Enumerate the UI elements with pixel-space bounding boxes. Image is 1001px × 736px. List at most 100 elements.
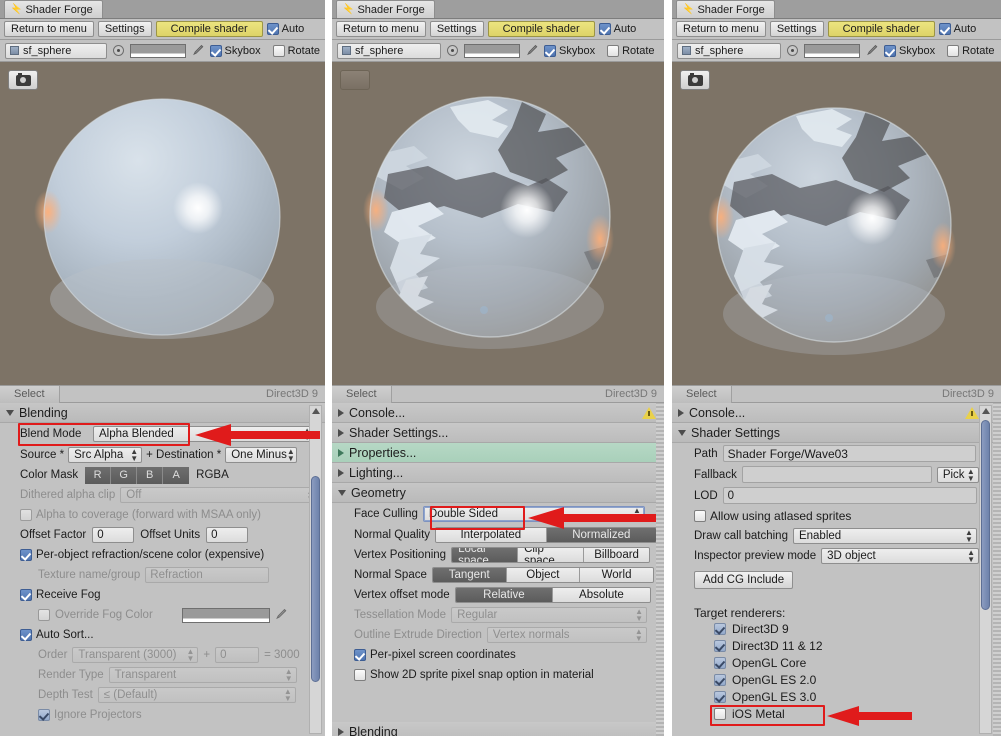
vertex-positioning-segmented[interactable]: Local space Clip space Billboard (451, 547, 651, 563)
row-per-pixel-screen-coords[interactable]: Per-pixel screen coordinates (332, 645, 664, 665)
shader-preview-viewport-left[interactable] (0, 62, 325, 385)
rotate-toggle[interactable]: Rotate (947, 44, 995, 57)
mask-g[interactable]: G (111, 466, 138, 484)
texture-name-input[interactable]: Refraction (145, 567, 270, 583)
add-cg-include-button[interactable]: Add CG Include (694, 571, 794, 589)
auto-checkbox[interactable] (598, 23, 611, 35)
offset-units-input[interactable]: 0 (206, 527, 249, 543)
shader-preview-viewport-mid[interactable] (332, 62, 664, 385)
per-pixel-checkbox[interactable] (354, 649, 366, 661)
preview-object-field[interactable]: sf_sphere (337, 42, 441, 59)
section-console[interactable]: Console... (672, 403, 1001, 423)
row-atlased-sprites[interactable]: Allow using atlased sprites (672, 506, 1001, 526)
atlased-sprites-checkbox[interactable] (694, 510, 706, 522)
vertex-offset-segmented[interactable]: Relative Absolute (454, 587, 651, 603)
scrollbar-thumb[interactable] (981, 420, 990, 610)
compile-shader-button[interactable]: Compile shader (487, 21, 595, 37)
eyedropper-icon[interactable] (192, 44, 204, 58)
settings-button[interactable]: Settings (97, 21, 152, 37)
background-color-swatch[interactable] (129, 43, 186, 58)
renderer-checkbox[interactable] (714, 656, 726, 669)
seg-world[interactable]: World (580, 568, 653, 582)
target-icon[interactable] (447, 45, 458, 56)
auto-compile-toggle[interactable]: Auto (938, 23, 976, 35)
shader-preview-viewport-right[interactable] (672, 62, 1001, 385)
tab-shader-forge[interactable]: ⚡ Shader Forge (676, 0, 775, 18)
seg-object[interactable]: Object (506, 568, 581, 582)
ignore-projectors-checkbox[interactable] (38, 709, 50, 721)
scroll-up-arrow-icon[interactable] (312, 408, 320, 414)
blend-mode-dropdown[interactable]: Alpha Blended ▲ ▼ (93, 426, 315, 442)
compile-shader-button[interactable]: Compile shader (155, 21, 263, 37)
inspector-scrollbar-left[interactable] (309, 405, 322, 734)
seg-clip-space[interactable]: Clip space (518, 548, 585, 562)
row-per-object-refraction[interactable]: Per-object refraction/scene color (expen… (0, 545, 325, 565)
mask-r[interactable]: R (85, 466, 112, 484)
inspector-scrollbar-right[interactable] (979, 405, 992, 734)
normal-quality-segmented[interactable]: Interpolated Normalized (435, 527, 658, 543)
eyedropper-icon[interactable] (526, 44, 538, 58)
source-dropdown[interactable]: Src Alpha ▲ ▼ (68, 447, 143, 463)
color-mask-toggles[interactable]: R G B A (85, 466, 190, 484)
screenshot-camera-button[interactable] (340, 70, 370, 90)
section-blending-collapsed[interactable]: Blending (332, 722, 664, 736)
target-icon[interactable] (112, 45, 124, 56)
tab-shader-forge[interactable]: ⚡ Shader Forge (336, 0, 435, 18)
renderer-row-opengl-es-30[interactable]: OpenGL ES 3.0 (672, 688, 1001, 705)
rotate-checkbox[interactable] (272, 44, 285, 57)
auto-sort-checkbox[interactable] (20, 629, 32, 641)
seg-local-space[interactable]: Local space (452, 548, 519, 562)
renderer-row-d3d9[interactable]: Direct3D 9 (672, 620, 1001, 637)
renderer-checkbox[interactable] (714, 690, 726, 703)
seg-tangent[interactable]: Tangent (432, 568, 507, 582)
preview-object-field[interactable]: sf_sphere (5, 42, 107, 59)
destination-dropdown[interactable]: One Minus ▲ ▼ (225, 447, 298, 463)
seg-relative[interactable]: Relative (455, 588, 554, 602)
rotate-toggle[interactable]: Rotate (607, 44, 655, 57)
preview-mode-dropdown[interactable]: 3D object ▲ ▼ (821, 548, 980, 564)
offset-factor-input[interactable]: 0 (92, 527, 135, 543)
skybox-toggle[interactable]: Skybox (544, 44, 595, 57)
row-auto-sort[interactable]: Auto Sort... (0, 625, 325, 645)
select-button[interactable]: Select (0, 385, 60, 403)
renderer-row-ios-metal[interactable]: iOS Metal (672, 705, 1001, 722)
auto-checkbox[interactable] (266, 23, 279, 35)
target-icon[interactable] (787, 45, 798, 56)
fallback-pick-dropdown[interactable]: Pick ▲ ▼ (936, 466, 979, 483)
return-to-menu-button[interactable]: Return to menu (676, 21, 766, 37)
row-sprite-pixel-snap[interactable]: Show 2D sprite pixel snap option in mate… (332, 665, 664, 685)
row-receive-fog[interactable]: Receive Fog (0, 585, 325, 605)
seg-interpolated[interactable]: Interpolated (436, 528, 547, 542)
dithered-dropdown[interactable]: Off ▲▼ (120, 487, 319, 503)
skybox-checkbox[interactable] (544, 44, 556, 57)
rotate-checkbox[interactable] (947, 44, 960, 57)
order-queue-dropdown[interactable]: Transparent (3000) ▲ ▼ (72, 647, 199, 663)
scrollbar-thumb[interactable] (311, 476, 320, 682)
outline-dropdown[interactable]: Vertex normals ▲ ▼ (486, 627, 647, 643)
tessellation-dropdown[interactable]: Regular ▲ ▼ (451, 607, 648, 623)
select-button[interactable]: Select (332, 385, 392, 403)
skybox-toggle[interactable]: Skybox (884, 44, 935, 57)
seg-normalized[interactable]: Normalized (546, 528, 657, 542)
section-shader-settings[interactable]: Shader Settings... (332, 423, 664, 443)
auto-compile-toggle[interactable]: Auto (598, 23, 636, 35)
face-culling-dropdown[interactable]: Double Sided ▲ ▼ (422, 506, 645, 522)
order-offset-input[interactable]: 0 (215, 647, 260, 663)
skybox-toggle[interactable]: Skybox (209, 44, 261, 57)
background-color-swatch[interactable] (464, 43, 520, 58)
depth-test-dropdown[interactable]: ≤ (Default) ▲ ▼ (97, 687, 296, 703)
per-object-refraction-checkbox[interactable] (20, 549, 32, 561)
row-alpha-to-coverage[interactable]: Alpha to coverage (forward with MSAA onl… (0, 505, 325, 525)
tab-shader-forge[interactable]: ⚡ Shader Forge (4, 0, 103, 18)
screenshot-camera-button[interactable] (8, 70, 38, 90)
auto-checkbox[interactable] (938, 23, 951, 35)
auto-compile-toggle[interactable]: Auto (266, 23, 304, 35)
alpha-coverage-checkbox[interactable] (20, 509, 32, 521)
settings-button[interactable]: Settings (429, 21, 484, 37)
fallback-input[interactable] (741, 466, 932, 483)
scroll-up-arrow-icon[interactable] (982, 408, 990, 414)
screenshot-camera-button[interactable] (680, 70, 710, 90)
receive-fog-checkbox[interactable] (20, 589, 32, 601)
section-blending[interactable]: Blending (0, 403, 325, 423)
renderer-checkbox[interactable] (714, 707, 726, 720)
